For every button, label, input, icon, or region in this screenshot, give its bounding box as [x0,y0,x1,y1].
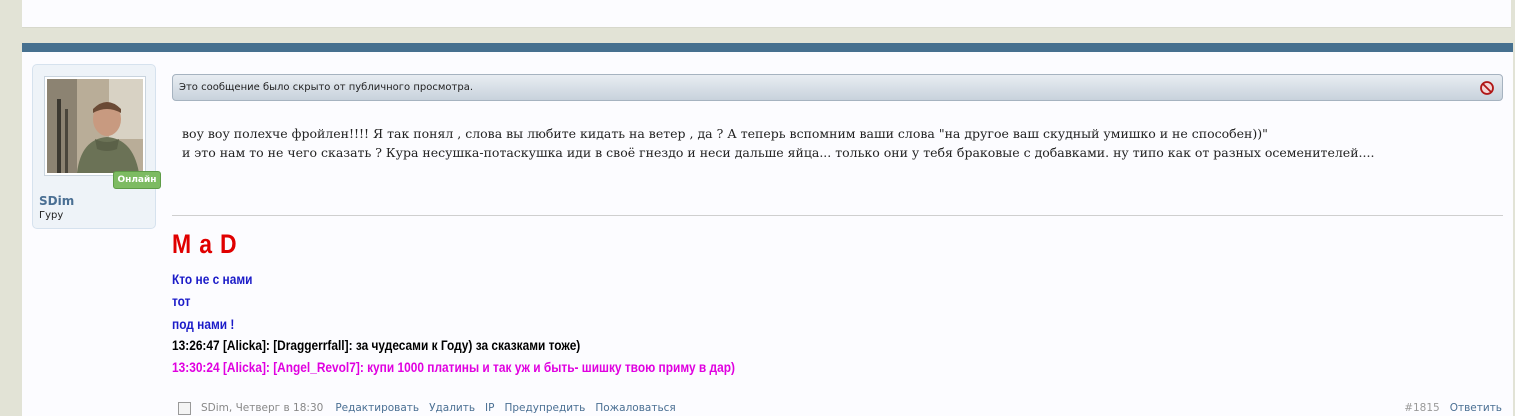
post-footer: SDim, Четверг в 18:30 Редактировать Удал… [177,394,1502,416]
post-message: воу воу полехче фройлен!!!! Я так понял … [182,124,1492,162]
signature-chat-line-1: 13:26:47 [Alicka]: [Draggerrfall]: за чу… [172,337,581,353]
reply-link[interactable]: Ответить [1450,402,1502,414]
edit-link[interactable]: Редактировать [335,402,419,414]
post-number-link[interactable]: #1815 [1404,402,1440,414]
ban-icon[interactable] [1480,81,1494,95]
online-status-badge: Онлайн [113,171,161,189]
delete-link[interactable]: Удалить [429,402,475,414]
warn-link[interactable]: Предупредить [504,402,585,414]
report-link[interactable]: Пожаловаться [595,402,675,414]
avatar[interactable] [44,76,146,176]
signature-chat-line-2: 13:30:24 [Alicka]: [Angel_Revol7]: купи … [172,359,735,375]
avatar-image [47,79,143,173]
message-line-2: и это нам то не чего сказать ? Кура несу… [182,145,1375,160]
forum-post: Онлайн SDim Гуру Это сообщение было скры… [22,43,1513,416]
signature-line-2: тот [172,293,191,309]
signature-line-3: под нами ! [172,316,235,332]
previous-post-bottom [22,0,1511,28]
signature-title: M a D [172,229,238,259]
message-line-1: воу воу полехче фройлен!!!! Я так понял … [182,126,1268,141]
user-title: Гуру [39,210,64,221]
select-post-checkbox[interactable] [178,401,191,415]
signature-divider [172,215,1503,216]
username-link[interactable]: SDim [39,194,74,208]
post-meta: SDim, Четверг в 18:30 [201,402,324,414]
ip-link[interactable]: IP [485,402,494,414]
footer-right: #1815 Ответить [1404,402,1502,414]
hidden-post-notice: Это сообщение было скрыто от публичного … [172,74,1503,101]
hidden-notice-text: Это сообщение было скрыто от публичного … [179,82,473,93]
user-card: Онлайн SDim Гуру [32,64,161,229]
signature-line-1: Кто не с нами [172,271,253,287]
